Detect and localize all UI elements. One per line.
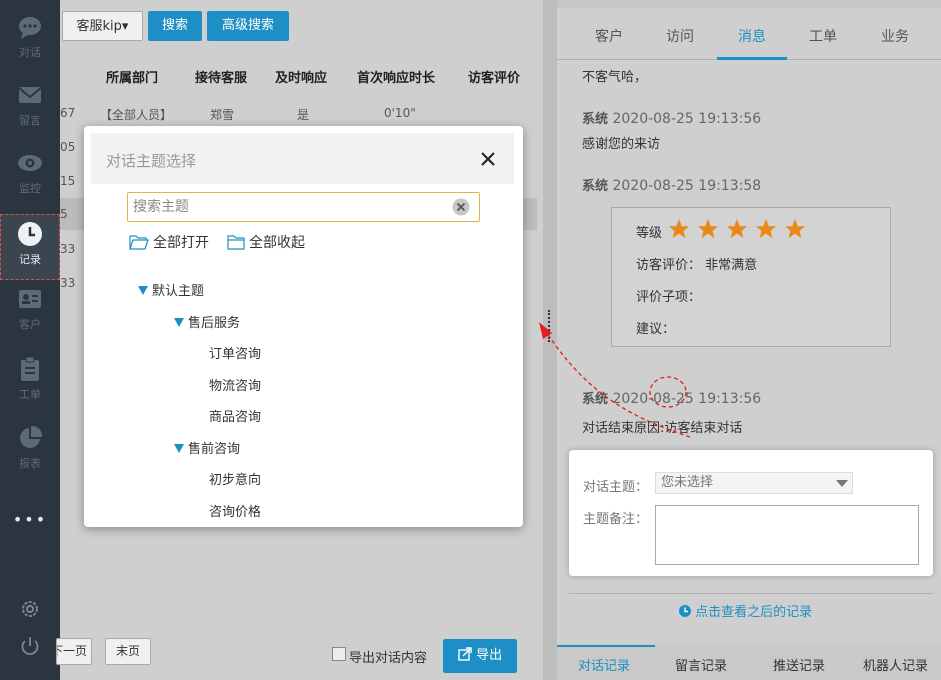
close-icon[interactable]	[478, 149, 498, 169]
expand-all-label: 全部打开	[153, 235, 209, 251]
dialog-title: 对话主题选择	[106, 152, 197, 170]
tree-node-default[interactable]: 默认主题	[138, 280, 204, 299]
folder-open-icon	[129, 235, 149, 250]
collapse-all-button[interactable]: 全部收起	[227, 232, 305, 252]
clear-icon[interactable]	[452, 198, 470, 216]
topic-search-field	[127, 192, 480, 222]
tree-node-after-sales[interactable]: 售后服务	[174, 312, 240, 331]
tree-leaf[interactable]: 商品咨询	[209, 406, 261, 425]
topic-search-input[interactable]	[133, 197, 443, 217]
tree-node-pre-sales[interactable]: 售前咨询	[174, 438, 240, 457]
expand-triangle-icon	[138, 286, 148, 295]
folder-icon	[227, 235, 245, 250]
expand-triangle-icon	[174, 318, 184, 327]
dialog-header: 对话主题选择	[91, 133, 514, 184]
topic-select-dialog: 对话主题选择 全部打开 全部收起 默认主题 售后服务 订单咨询 物流咨询 商品咨…	[84, 126, 523, 527]
tree-leaf[interactable]: 订单咨询	[209, 343, 261, 362]
tree-leaf[interactable]: 初步意向	[209, 469, 261, 488]
tree-node-label: 售后服务	[188, 316, 241, 331]
tree-node-label: 售前咨询	[188, 442, 241, 457]
collapse-all-label: 全部收起	[249, 235, 305, 251]
expand-triangle-icon	[174, 444, 184, 453]
tree-leaf[interactable]: 物流咨询	[209, 375, 261, 394]
tree-leaf[interactable]: 咨询价格	[209, 501, 261, 520]
tree-node-label: 默认主题	[152, 284, 205, 299]
expand-all-button[interactable]: 全部打开	[129, 232, 209, 252]
